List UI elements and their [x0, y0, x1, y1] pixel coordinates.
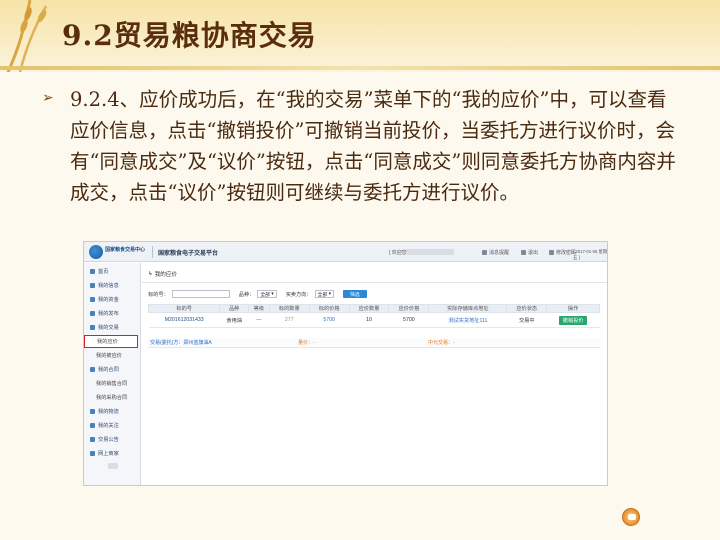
sidebar-item-home[interactable]: 首页 — [84, 265, 141, 278]
cell-bid-quantity: 10 — [349, 312, 389, 328]
topbar-divider — [152, 246, 153, 258]
col-action: 操作 — [546, 304, 600, 313]
sidebar-item-sales-contracts[interactable]: 我的销售合同 — [84, 377, 141, 390]
bullet-arrow-icon: ➢ — [42, 90, 54, 106]
cell-variety: 食用油 — [219, 312, 249, 328]
cell-bid-price: 5700 — [388, 312, 429, 328]
direction-label: 买卖方向： — [285, 291, 312, 298]
username-redacted — [406, 249, 454, 255]
detail-seller: 交易(委托)方：郑州蓝旗油A — [150, 340, 212, 346]
breadcrumb-label: 我的应价 — [154, 272, 178, 278]
store-icon — [90, 451, 95, 456]
grain-logo-icon — [622, 508, 640, 526]
wheat-decoration-icon — [6, 0, 48, 72]
sidebar: 首页 我的信息 我的资金 我的发布 我的交易 我的应价 我的被应价 我的合同 我… — [84, 263, 141, 485]
table-header-row: 标的号 品种 等级 标的数量 标的价格 应价数量 应价价格 实际存储库点地址 应… — [147, 304, 600, 313]
org-name: 国家粮食交易中心 — [105, 247, 146, 253]
current-date: [ 2017-01-06 星期五 ] — [573, 249, 608, 260]
breadcrumb-divider — [142, 282, 607, 283]
app-topbar: 国家粮食交易中心 国家粮食电子交易平台 [ 欢迎您， 消息提醒 退出 修改密码 … — [84, 242, 608, 262]
variety-select[interactable]: 全部 ▾ — [257, 290, 277, 298]
cell-grade: --- — [248, 312, 270, 328]
message-icon — [482, 250, 487, 255]
withdraw-bid-button[interactable]: 撤销投价 — [558, 315, 588, 325]
cell-price: 5700 — [309, 312, 350, 328]
sidebar-collapse-button[interactable] — [108, 463, 118, 469]
arrow-icon: ↳ — [148, 271, 153, 277]
filter-bar: 标的号： 品种： 全部 ▾ 买卖方向： 全部 ▾ 筛选 — [148, 290, 367, 298]
sidebar-item-merchants[interactable]: 网上商家 — [84, 447, 141, 460]
col-status: 应价状态 — [506, 304, 548, 313]
change-password-link[interactable]: 修改密码 — [549, 249, 576, 256]
detail-delivery: 量价：- — [298, 340, 315, 346]
col-variety: 品种 — [219, 304, 249, 313]
cell-storage[interactable]: 测试实货地址111 — [428, 312, 507, 328]
trade-icon — [90, 325, 95, 330]
cell-quantity: 277 — [269, 312, 310, 328]
col-price: 标的价格 — [308, 304, 350, 313]
header-divider — [0, 66, 720, 70]
table-row: M201612031433 食用油 --- 277 5700 10 5700 测… — [148, 312, 600, 328]
lock-icon — [549, 250, 554, 255]
app-screenshot: 国家粮食交易中心 国家粮食电子交易平台 [ 欢迎您， 消息提醒 退出 修改密码 … — [83, 241, 608, 486]
cell-action: 撤销投价 — [546, 312, 600, 328]
user-icon — [90, 283, 95, 288]
truck-icon — [90, 409, 95, 414]
power-icon — [521, 250, 526, 255]
sidebar-item-contracts[interactable]: 我的合同 — [84, 363, 141, 376]
code-label: 标的号： — [148, 291, 169, 298]
col-bid-quantity: 应价数量 — [348, 304, 390, 313]
sidebar-item-favorites[interactable]: 我的关注 — [84, 419, 141, 432]
logout-link[interactable]: 退出 — [521, 249, 538, 256]
sidebar-item-trade[interactable]: 我的交易 — [84, 321, 141, 334]
code-input[interactable] — [171, 290, 230, 298]
col-bid-price: 应价价格 — [388, 304, 430, 313]
col-quantity: 标的数量 — [268, 304, 310, 313]
sidebar-item-logistics[interactable]: 我的物流 — [84, 405, 141, 418]
contract-icon — [90, 367, 95, 372]
platform-name: 国家粮食电子交易平台 — [158, 251, 219, 257]
main-content: ↳ 我的应价 标的号： 品种： 全部 ▾ 买卖方向： 全部 ▾ 筛选 标的号 品… — [142, 263, 607, 485]
wallet-icon — [90, 297, 95, 302]
sidebar-item-announcements[interactable]: 交易公告 — [84, 433, 141, 446]
megaphone-icon — [90, 437, 95, 442]
sidebar-item-publish[interactable]: 我的发布 — [84, 307, 141, 320]
filter-button[interactable]: 筛选 — [343, 290, 367, 298]
col-code: 标的号 — [147, 304, 221, 313]
sidebar-item-info[interactable]: 我的信息 — [84, 279, 141, 292]
heart-icon — [90, 423, 95, 428]
publish-icon — [90, 311, 95, 316]
slide-header: 9.2贸易粮协商交易 — [0, 0, 720, 72]
col-storage: 实际存储库点地址 — [428, 304, 508, 313]
bids-table: 标的号 品种 等级 标的数量 标的价格 应价数量 应价价格 实际存储库点地址 应… — [147, 304, 600, 328]
variety-label: 品种： — [238, 291, 255, 298]
direction-select[interactable]: 全部 ▾ — [314, 290, 335, 298]
bullet-text: 9.2.4、应价成功后，在“我的交易”菜单下的“我的应价”中，可以查看应价信息，… — [70, 88, 676, 204]
col-grade: 等级 — [247, 304, 270, 313]
slide-title: 9.2贸易粮协商交易 — [62, 19, 317, 52]
cell-code[interactable]: M201612031433 — [148, 312, 220, 328]
message-link[interactable]: 消息提醒 — [482, 249, 509, 256]
sidebar-item-funds[interactable]: 我的资金 — [84, 293, 141, 306]
breadcrumb: ↳ 我的应价 — [148, 270, 177, 278]
org-logo-icon — [89, 245, 103, 259]
sidebar-item-received-bids[interactable]: 我的被应价 — [84, 349, 141, 362]
table-detail-row: 交易(委托)方：郑州蓝旗油A 量价：- 中元交易：- — [148, 338, 600, 348]
detail-contact: 中元交易：- — [428, 340, 455, 346]
cell-status: 交易中 — [506, 312, 547, 328]
home-icon — [90, 269, 95, 274]
sidebar-item-purchase-contracts[interactable]: 我的采购合同 — [84, 391, 141, 404]
sidebar-item-my-bids[interactable]: 我的应价 — [84, 335, 138, 348]
